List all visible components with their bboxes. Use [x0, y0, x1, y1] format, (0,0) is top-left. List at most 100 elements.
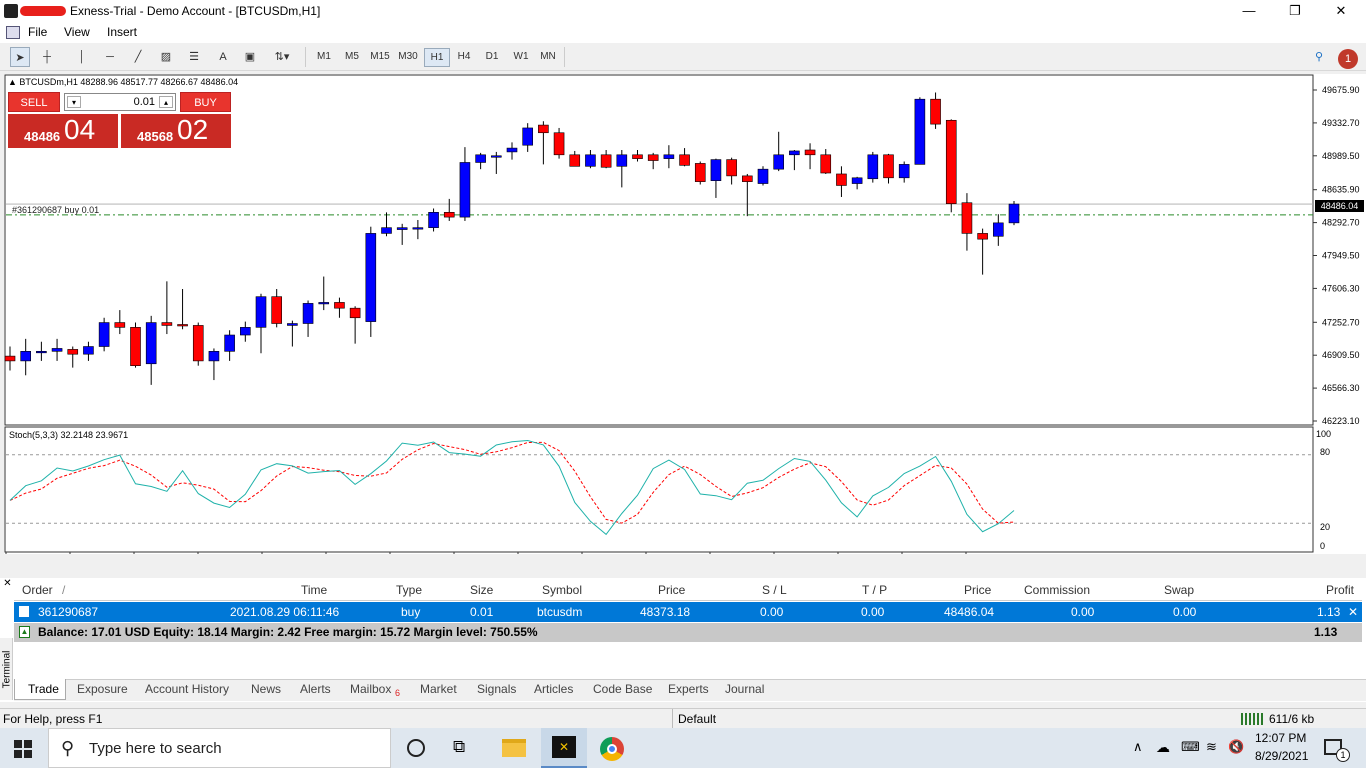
bear-candle [820, 154, 832, 174]
tab-experts[interactable]: Experts [668, 682, 709, 696]
col-time[interactable]: Time [301, 583, 327, 597]
price-tick-label: 49675.90 [1322, 85, 1360, 95]
task-view-icon[interactable]: ⧉ [453, 737, 465, 757]
bull-candle [663, 154, 675, 159]
clock-date[interactable]: 8/29/2021 [1255, 749, 1308, 763]
tab-signals[interactable]: Signals [477, 682, 516, 696]
lot-decrease-icon[interactable]: ▾ [67, 96, 81, 108]
crosshair-icon[interactable]: ┼ [36, 47, 58, 67]
onedrive-cloud-icon[interactable]: ☁ [1156, 739, 1170, 756]
tf-w1[interactable]: W1 [508, 48, 534, 67]
sell-button[interactable]: SELL [8, 92, 60, 112]
tab-market[interactable]: Market [420, 682, 457, 696]
row-current-price: 48486.04 [944, 605, 995, 619]
file-explorer-icon[interactable] [502, 739, 526, 757]
bear-candle [334, 302, 345, 309]
tab-code-base[interactable]: Code Base [593, 682, 652, 696]
buy-price-small: 48568 [137, 129, 174, 144]
menu-view[interactable]: View [64, 25, 90, 39]
tf-m1[interactable]: M1 [311, 48, 337, 67]
profile-name[interactable]: Default [678, 712, 716, 726]
bull-candle [506, 147, 518, 153]
trendline-icon[interactable]: ╱ [128, 47, 148, 67]
keyboard-layout-icon[interactable]: ⌨ [1181, 739, 1200, 755]
bear-candle [836, 173, 847, 186]
col-current-price[interactable]: Price [964, 583, 991, 597]
tf-h4[interactable]: H4 [451, 48, 477, 67]
mt5-taskbar-button[interactable]: ✕ [541, 728, 587, 768]
clock-time[interactable]: 12:07 PM [1255, 731, 1306, 745]
col-commission[interactable]: Commission [1024, 583, 1090, 597]
chart-window[interactable]: 49675.90 49332.70 48989.50 48635.90 48292.70… [4, 74, 1366, 554]
lot-increase-icon[interactable]: ▴ [159, 96, 173, 108]
bull-candle [396, 227, 408, 230]
close-window-button[interactable]: ✕ [1318, 0, 1364, 23]
bull-candle [224, 334, 235, 352]
help-text: For Help, press F1 [3, 712, 103, 726]
text-tool-icon[interactable]: A [214, 47, 232, 67]
cortana-icon[interactable] [407, 739, 425, 757]
menu-insert[interactable]: Insert [107, 25, 137, 39]
tf-h1[interactable]: H1 [424, 48, 450, 67]
tab-journal[interactable]: Journal [725, 682, 764, 696]
tab-alerts[interactable]: Alerts [300, 682, 331, 696]
text-label-icon[interactable]: ▣ [240, 47, 260, 67]
col-type[interactable]: Type [396, 583, 422, 597]
bull-candle [145, 322, 157, 365]
tf-m5[interactable]: M5 [339, 48, 365, 67]
lot-size-value[interactable]: 0.01 [85, 96, 155, 108]
tab-account-history[interactable]: Account History [145, 682, 229, 696]
bear-candle [4, 355, 16, 362]
buy-price-box[interactable]: 48568 02 [121, 114, 231, 148]
volume-muted-icon[interactable]: 🔇 [1228, 739, 1244, 755]
col-price[interactable]: Price [658, 583, 685, 597]
balance-profit: 1.13 [1314, 625, 1338, 639]
bull-candle [898, 164, 910, 179]
windows-start-icon[interactable] [14, 740, 32, 758]
maximize-button[interactable]: ❐ [1272, 0, 1318, 23]
col-order[interactable]: Order [22, 583, 53, 597]
bull-candle [710, 159, 722, 181]
bear-candle [569, 154, 581, 167]
tab-trade[interactable]: Trade [28, 682, 59, 696]
arrows-dropdown-icon[interactable]: ⇅▾ [268, 47, 296, 67]
notifications-badge[interactable]: 1 [1338, 49, 1358, 69]
tf-d1[interactable]: D1 [479, 48, 505, 67]
wifi-icon[interactable]: ≋ [1206, 739, 1217, 755]
chrome-icon[interactable] [600, 737, 624, 761]
minimize-button[interactable]: — [1226, 0, 1272, 23]
horizontal-line-icon[interactable]: ─ [100, 47, 120, 67]
buy-button[interactable]: BUY [180, 92, 231, 112]
search-icon[interactable]: ⚲ [1310, 47, 1328, 67]
order-line-label: #361290687 buy 0.01 [12, 205, 100, 215]
lot-size-stepper[interactable]: ▾ 0.01 ▴ [64, 93, 176, 111]
tab-exposure[interactable]: Exposure [77, 682, 128, 696]
menu-file[interactable]: File [28, 25, 47, 39]
tab-articles[interactable]: Articles [534, 682, 573, 696]
cursor-tool-icon[interactable]: ➤ [10, 47, 30, 67]
sort-indicator: / [62, 583, 66, 597]
vertical-line-icon[interactable]: │ [74, 47, 90, 67]
col-profit[interactable]: Profit [1326, 583, 1354, 597]
col-size[interactable]: Size [470, 583, 493, 597]
show-hidden-icons-icon[interactable]: ∧ [1133, 739, 1143, 755]
col-swap[interactable]: Swap [1164, 583, 1194, 597]
price-tick-label: 47606.30 [1322, 283, 1360, 293]
col-tp[interactable]: T / P [862, 583, 887, 597]
fibonacci-icon[interactable]: ☰ [184, 47, 204, 67]
col-sl[interactable]: S / L [762, 583, 787, 597]
tf-mn[interactable]: MN [535, 48, 561, 67]
tab-mailbox[interactable]: Mailbox [350, 682, 391, 696]
bull-candle [585, 154, 596, 167]
chart-header: ▲ BTCUSDm,H1 48288.96 48517.77 48266.67 … [8, 77, 239, 87]
close-position-icon[interactable]: ✕ [1348, 605, 1358, 619]
tf-m15[interactable]: M15 [367, 48, 393, 67]
taskbar-search-box[interactable]: ⚲ Type here to search [48, 728, 391, 768]
sell-price-box[interactable]: 48486 04 [8, 114, 118, 148]
col-symbol[interactable]: Symbol [542, 583, 582, 597]
close-terminal-icon[interactable]: ✕ [2, 578, 13, 590]
tab-news[interactable]: News [251, 682, 281, 696]
table-row[interactable]: 361290687 2021.08.29 06:11:46 buy 0.01 b… [14, 602, 1362, 622]
tf-m30[interactable]: M30 [395, 48, 421, 67]
equidistant-channel-icon[interactable]: ▨ [156, 47, 176, 67]
